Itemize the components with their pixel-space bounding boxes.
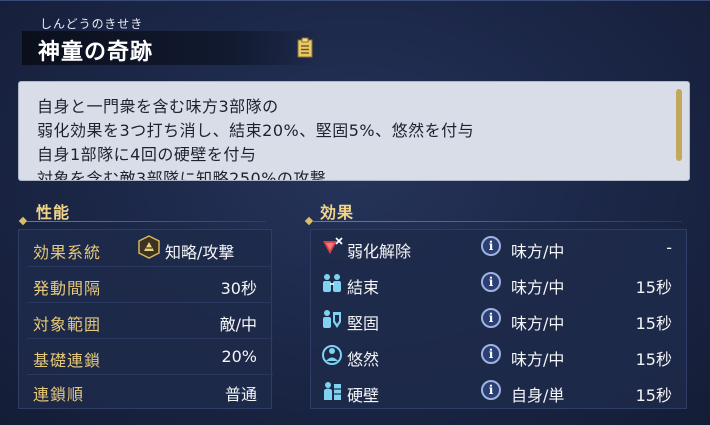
base-chain-label: 基礎連鎖 [33,351,102,370]
effect-name: 堅固 [347,314,380,333]
section-divider [26,221,266,222]
effect-target: 味方/中 [511,350,565,369]
info-icon[interactable]: i [481,380,501,400]
effect-row[interactable]: 硬壁 i 自身/単 15秒 [311,374,686,410]
effect-target: 味方/中 [511,314,565,333]
row-separator [27,338,273,339]
effect-duration: - [666,238,672,257]
target-range-label: 対象範囲 [33,315,102,334]
description-line: 弱化効果を3つ打ち消し、結束20%、堅固5%、悠然を付与 [37,121,475,140]
interval-label: 発動間隔 [33,279,102,298]
chain-order-label: 連鎖順 [33,385,85,404]
effect-row[interactable]: 弱化解除 i 味方/中 - [311,230,686,266]
effects-panel: 弱化解除 i 味方/中 - 結束 i 味方/中 15秒 堅固 i 味方/中 15… [310,229,687,409]
effect-duration: 15秒 [635,278,672,297]
skill-description-box[interactable]: 自身と一門衆を含む味方3部隊の 弱化効果を3つ打ち消し、結束20%、堅固5%、悠… [18,81,690,181]
effect-target: 味方/中 [511,278,565,297]
skill-detail-panel: しんどうのきせき 神童の奇跡 自身と一門衆を含む味方3部隊の 弱化効果を3つ打ち… [0,0,710,425]
performance-panel: 効果系統 知略/攻撃 発動間隔 30秒 対象範囲 敵/中 基礎連鎖 20% 連鎖… [18,229,273,409]
fortify-icon [323,310,341,328]
info-icon[interactable]: i [481,272,501,292]
description-line: 自身と一門衆を含む味方3部隊の [37,97,279,116]
interval-value: 30秒 [220,279,257,298]
intellect-type-icon [138,235,160,259]
skill-title-ruby: しんどうのきせき [40,17,144,31]
performance-heading: 性能 [36,203,71,222]
section-divider [312,221,682,222]
effect-name: 悠然 [347,350,380,369]
effect-name: 弱化解除 [347,242,412,261]
effect-type-label: 効果系統 [33,243,102,262]
effect-type-value: 知略/攻撃 [165,243,235,262]
effect-target: 味方/中 [511,242,565,261]
skill-title: 神童の奇跡 [38,40,154,65]
effect-target: 自身/単 [511,386,565,405]
row-separator [27,302,273,303]
effect-name: 結束 [347,278,380,297]
effect-row[interactable]: 結束 i 味方/中 15秒 [311,266,686,302]
row-separator [27,374,273,375]
effect-name: 硬壁 [347,386,380,405]
unity-icon [323,274,341,292]
effects-heading: 効果 [320,203,355,222]
effect-row[interactable]: 堅固 i 味方/中 15秒 [311,302,686,338]
effect-duration: 15秒 [635,314,672,333]
info-icon[interactable]: i [481,308,501,328]
description-line: 対象を含む敵3部隊に知略250%の攻撃 [37,169,327,181]
debuff-remove-icon [323,237,343,254]
effect-duration: 15秒 [635,350,672,369]
target-range-value: 敵/中 [219,315,257,334]
chain-order-value: 普通 [224,385,257,404]
info-icon[interactable]: i [481,344,501,364]
hard-wall-icon [324,382,341,400]
effect-duration: 15秒 [635,386,672,405]
effect-row[interactable]: 悠然 i 味方/中 15秒 [311,338,686,374]
composure-icon [322,345,342,365]
memo-icon[interactable] [296,37,314,59]
description-line: 自身1部隊に4回の硬壁を付与 [37,145,257,164]
info-icon[interactable]: i [481,236,501,256]
base-chain-value: 20% [221,347,257,366]
description-scrollbar[interactable] [676,89,682,161]
row-separator [27,266,273,267]
